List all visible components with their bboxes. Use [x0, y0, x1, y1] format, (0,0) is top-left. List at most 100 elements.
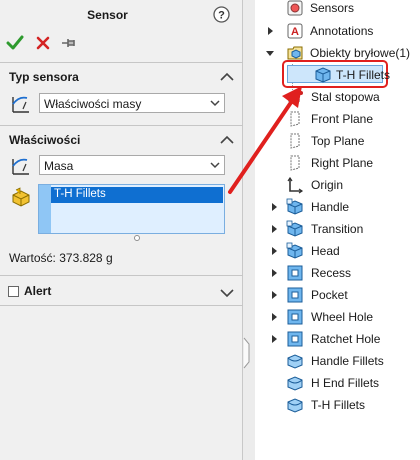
- sensors-icon: [287, 0, 303, 16]
- app-window: Sensor ? Typ sensora Właściwości masy Wł…: [0, 0, 420, 460]
- tree-item-label: Top Plane: [311, 134, 365, 148]
- ok-check-icon[interactable]: [6, 34, 24, 52]
- cut-icon: [287, 331, 303, 347]
- alert-checkbox-box[interactable]: [8, 286, 19, 297]
- expand-arrow-icon[interactable]: [270, 313, 278, 321]
- tree-item-label: Recess: [311, 266, 352, 280]
- splitter-grip-icon[interactable]: [243, 336, 251, 370]
- tree-item-label: Ratchet Hole: [311, 332, 381, 346]
- entities-selection-icon: [12, 187, 30, 207]
- tree-item-sensors[interactable]: Sensors: [266, 0, 416, 18]
- cut-icon: [287, 287, 303, 303]
- tree-item-annotations[interactable]: A Annotations: [266, 21, 416, 41]
- extrude-icon: [286, 198, 303, 215]
- property-dropdown[interactable]: Masa: [39, 155, 225, 175]
- annotations-icon: A: [287, 23, 303, 39]
- pushpin-icon[interactable]: [60, 34, 78, 52]
- tree-item-label: Head: [311, 244, 340, 258]
- tree-item-selected-body[interactable]: T-H Fillets: [282, 60, 390, 88]
- tree-item-label: Front Plane: [311, 112, 374, 126]
- tree-item-handle-fillets[interactable]: Handle Fillets: [286, 351, 416, 371]
- tree-item-label: T-H Fillets: [336, 68, 390, 82]
- tree-item-label: Obiekty bryłowe(1): [310, 46, 411, 60]
- tree-item-label: H End Fillets: [311, 376, 380, 390]
- expand-arrow-icon[interactable]: [270, 335, 278, 343]
- extrude-icon: [286, 242, 303, 259]
- section-title-properties: Właściwości: [9, 133, 81, 147]
- fillet-icon: [287, 376, 303, 391]
- tree-item-label: Handle Fillets: [311, 354, 384, 368]
- plane-icon: [290, 111, 300, 127]
- body-icon: [315, 67, 331, 83]
- cancel-x-icon[interactable]: [34, 34, 52, 52]
- tree-item-label: Transition: [311, 222, 364, 236]
- cut-icon: [287, 265, 303, 281]
- tree-item-origin[interactable]: Origin: [286, 175, 416, 195]
- plane-icon: [290, 155, 300, 171]
- tree-item-label: Wheel Hole: [311, 310, 374, 324]
- tree-item-pocket[interactable]: Pocket: [270, 285, 415, 305]
- tree-item-label: Annotations: [310, 24, 374, 38]
- expand-arrow-icon[interactable]: [270, 247, 278, 255]
- expand-arrow-icon[interactable]: [270, 225, 278, 233]
- expand-arrow-icon[interactable]: [270, 291, 278, 299]
- expand-arrow-icon[interactable]: [266, 27, 274, 35]
- tree-item-label: Sensors: [310, 1, 355, 15]
- fillet-icon: [287, 354, 303, 369]
- tree-item-label: T-H Fillets: [311, 398, 365, 412]
- selected-highlight: T-H Fillets: [287, 65, 390, 83]
- chevron-down-icon: [210, 162, 220, 169]
- alert-label: Alert: [24, 284, 52, 298]
- tree-item-transition[interactable]: Transition: [270, 219, 415, 239]
- divider: [0, 125, 243, 126]
- divider: [0, 275, 243, 276]
- svg-text:A: A: [291, 26, 299, 38]
- panel-splitter[interactable]: [243, 0, 255, 460]
- origin-icon: [287, 176, 304, 194]
- tree-item-front-plane[interactable]: Front Plane: [286, 109, 416, 129]
- tree-item-label: Origin: [311, 178, 344, 192]
- section-title-sensor-type: Typ sensora: [9, 70, 79, 84]
- property-manager-panel: Sensor ? Typ sensora Właściwości masy Wł…: [0, 0, 243, 460]
- list-resize-handle[interactable]: [134, 235, 140, 241]
- tree-item-handle[interactable]: Handle: [270, 197, 415, 217]
- divider: [0, 62, 243, 63]
- tree-item-right-plane[interactable]: Right Plane: [286, 153, 416, 173]
- tree-item-t-h-fillets[interactable]: T-H Fillets: [286, 395, 416, 415]
- tree-item-top-plane[interactable]: Top Plane: [286, 131, 416, 151]
- expand-chevron-down-icon[interactable]: [220, 288, 234, 298]
- property-icon: [12, 158, 29, 175]
- sensor-type-dropdown[interactable]: Właściwości masy: [39, 93, 225, 113]
- material-icon: [288, 91, 303, 102]
- sensor-type-value: Właściwości masy: [44, 97, 142, 111]
- tree-item-wheel-hole[interactable]: Wheel Hole: [270, 307, 415, 327]
- cut-icon: [287, 309, 303, 325]
- collapse-chevron-up-icon[interactable]: [220, 135, 234, 145]
- tree-item-label: Stal stopowa: [311, 90, 380, 104]
- collapse-chevron-up-icon[interactable]: [220, 72, 234, 82]
- tree-item-material[interactable]: Stal stopowa: [287, 87, 417, 107]
- collapse-arrow-icon[interactable]: [266, 49, 274, 57]
- svg-text:?: ?: [218, 10, 225, 22]
- tree-item-label: Handle: [311, 200, 350, 214]
- fillet-icon: [287, 398, 303, 413]
- sensor-type-icon: [12, 96, 29, 113]
- chevron-down-icon: [210, 100, 220, 107]
- selection-list[interactable]: T-H Fillets: [38, 184, 225, 234]
- property-value: Masa: [44, 159, 74, 173]
- expand-arrow-icon[interactable]: [270, 269, 278, 277]
- tree-item-recess[interactable]: Recess: [270, 263, 415, 283]
- divider: [0, 305, 243, 306]
- expand-arrow-icon[interactable]: [270, 203, 278, 211]
- selection-list-item[interactable]: T-H Fillets: [51, 187, 223, 203]
- tree-item-label: Right Plane: [311, 156, 374, 170]
- panel-title: Sensor: [87, 8, 128, 22]
- tree-item-head[interactable]: Head: [270, 241, 415, 261]
- selection-list-strip: [39, 185, 51, 233]
- tree-item-label: Pocket: [311, 288, 348, 302]
- tree-item-ratchet-hole[interactable]: Ratchet Hole: [270, 329, 415, 349]
- help-icon[interactable]: ?: [213, 6, 230, 23]
- extrude-icon: [286, 220, 303, 237]
- value-readout: Wartość: 373.828 g: [9, 251, 113, 265]
- tree-item-h-end-fillets[interactable]: H End Fillets: [286, 373, 416, 393]
